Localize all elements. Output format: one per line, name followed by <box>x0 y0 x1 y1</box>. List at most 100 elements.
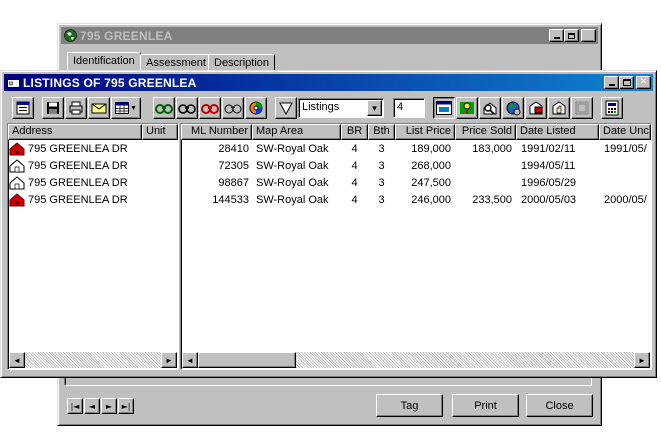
sold-tag-button[interactable] <box>525 97 547 119</box>
column-header-ml-number[interactable]: ML Number <box>181 124 252 140</box>
first-record-button[interactable]: |◄ <box>67 398 83 414</box>
scroll-right-button[interactable]: ► <box>634 352 650 368</box>
tab-identification[interactable]: Identification <box>67 52 141 72</box>
app-globe-icon <box>64 29 77 42</box>
list-item[interactable]: 795 GREENLEA DR <box>9 142 177 158</box>
list-item[interactable]: 795 GREENLEA DR <box>9 176 177 192</box>
house-icon <box>9 176 25 190</box>
view-binoculars-green-button[interactable] <box>153 97 175 119</box>
maximize-button[interactable] <box>564 29 579 42</box>
color-wheel-button[interactable] <box>245 97 267 119</box>
next-record-button[interactable]: ► <box>101 398 117 414</box>
close-button[interactable]: Close <box>526 394 593 417</box>
list-item[interactable]: 795 GREENLEA DR <box>9 159 177 175</box>
envelope-icon <box>91 103 107 114</box>
listings-window-titlebar[interactable]: LISTINGS OF 795 GREENLEA ✕ <box>4 74 653 91</box>
close-window-button[interactable]: ✕ <box>581 29 596 42</box>
minimize-button[interactable] <box>549 29 564 42</box>
list-view-icon <box>436 101 452 115</box>
column-header-bth[interactable]: Bth <box>368 124 395 140</box>
arrow-right-icon: ► <box>638 355 646 365</box>
view-binoculars-button[interactable] <box>176 97 198 119</box>
property-window-title: 795 GREENLEA <box>80 28 173 43</box>
calculator-button[interactable] <box>601 97 623 119</box>
red-tag-icon <box>529 101 543 115</box>
minimize-button[interactable] <box>604 76 619 89</box>
column-header-price-sold[interactable]: Price Sold <box>455 124 516 140</box>
close-window-button[interactable]: ✕ <box>636 76 651 89</box>
photo-frame-icon <box>575 101 589 115</box>
column-header-unit[interactable]: Unit <box>142 124 178 140</box>
tag-button[interactable]: Tag <box>376 394 443 417</box>
listings-pane-horizontal-scrollbar[interactable]: ◄ ► <box>182 352 650 368</box>
chevron-down-icon: ▼ <box>130 104 137 112</box>
previous-record-button[interactable]: ◄ <box>84 398 100 414</box>
house-icon <box>9 159 25 173</box>
chevron-down-icon: ▼ <box>370 103 379 113</box>
filter-button[interactable] <box>275 97 297 119</box>
address-pane-horizontal-scrollbar[interactable]: ◄ ► <box>9 352 177 368</box>
arrow-right-icon: ► <box>165 355 173 365</box>
globe-button[interactable] <box>502 97 524 119</box>
record-navigator: |◄ ◄ ► ►| <box>67 398 134 414</box>
filter-select[interactable]: Listings ▼ <box>298 98 384 118</box>
map-pin-icon <box>460 102 474 114</box>
maximize-icon <box>568 32 575 39</box>
column-header-address[interactable]: Address <box>8 124 142 140</box>
filter-funnel-icon <box>279 102 293 115</box>
close-icon: ✕ <box>639 77 648 87</box>
list-view-button[interactable] <box>433 97 455 119</box>
table-view-dropdown[interactable]: ▼ <box>111 97 141 119</box>
scrollbar-thumb[interactable] <box>198 352 296 368</box>
table-row[interactable]: 72305 SW-Royal Oak 4 3 268,000 1994/05/1… <box>181 159 651 175</box>
previous-record-icon: ◄ <box>88 401 96 411</box>
scroll-left-button[interactable]: ◄ <box>182 352 198 368</box>
disabled-photo-button[interactable] <box>571 97 593 119</box>
print-toolbar-button[interactable] <box>65 97 87 119</box>
next-record-icon: ► <box>105 401 113 411</box>
count-input[interactable]: 4 <box>393 98 425 118</box>
scroll-right-button[interactable]: ► <box>161 352 177 368</box>
column-header-date-unc[interactable]: Date Unc <box>599 124 651 140</box>
maximize-icon <box>622 79 631 86</box>
arrow-left-icon: ◄ <box>13 355 21 365</box>
filter-select-value: Listings <box>302 101 340 113</box>
house-search-button[interactable] <box>479 97 501 119</box>
maximize-button[interactable] <box>619 76 634 89</box>
filter-select-dropdown-button[interactable]: ▼ <box>367 100 382 116</box>
print-button[interactable]: Print <box>452 394 519 417</box>
last-record-icon: ►| <box>121 401 131 411</box>
view-binoculars-red-button[interactable] <box>199 97 221 119</box>
property-window-titlebar[interactable]: 795 GREENLEA ✕ <box>61 27 598 44</box>
calculator-icon <box>605 100 619 116</box>
email-button[interactable] <box>88 97 110 119</box>
map-search-button[interactable] <box>456 97 478 119</box>
minimize-icon <box>608 84 615 86</box>
table-row[interactable]: 98867 SW-Royal Oak 4 3 247,500 1996/05/2… <box>181 176 651 192</box>
printer-icon <box>69 101 83 115</box>
sold-house-icon <box>9 193 25 207</box>
binoculars-red-icon <box>201 104 219 114</box>
list-item[interactable]: 795 GREENLEA DR <box>9 193 177 209</box>
table-row[interactable]: 28410 SW-Royal Oak 4 3 189,000 183,000 1… <box>181 142 651 158</box>
binoculars-green-icon <box>155 104 173 114</box>
column-header-list-price[interactable]: List Price <box>395 124 455 140</box>
last-record-button[interactable]: ►| <box>118 398 134 414</box>
column-header-map-area[interactable]: Map Area <box>252 124 341 140</box>
binoculars-icon <box>178 104 196 114</box>
count-input-value: 4 <box>397 101 404 113</box>
column-header-date-listed[interactable]: Date Listed <box>516 124 599 140</box>
column-header-br[interactable]: BR <box>341 124 368 140</box>
table-row[interactable]: 144533 SW-Royal Oak 4 3 246,000 233,500 … <box>181 193 651 209</box>
save-button[interactable] <box>42 97 64 119</box>
color-wheel-icon <box>249 101 263 115</box>
hand-pointer-icon <box>552 101 566 115</box>
window-list-icon <box>16 101 30 115</box>
view-binoculars-outline-button[interactable] <box>222 97 244 119</box>
listings-window-controls: ✕ <box>604 76 651 89</box>
property-window-controls: ✕ <box>549 29 596 42</box>
hand-select-button[interactable] <box>548 97 570 119</box>
scroll-left-button[interactable]: ◄ <box>9 352 25 368</box>
first-record-icon: |◄ <box>70 401 80 411</box>
window-list-button[interactable] <box>12 97 34 119</box>
